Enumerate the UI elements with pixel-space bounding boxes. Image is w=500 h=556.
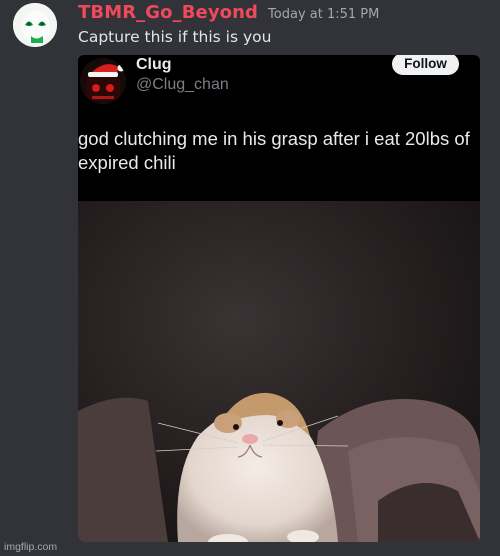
tweet-handle: @Clug_chan [136,76,229,93]
chat-message: TBMR_Go_Beyond Today at 1:51 PM Capture … [0,0,500,556]
tweet-text-line-2: expired chili [78,152,176,173]
hamster-photo-icon [78,201,480,542]
username[interactable]: TBMR_Go_Beyond [78,0,258,26]
tweet-text: god clutching me in his grasp after i ea… [78,127,480,175]
image-attachment[interactable]: Clug @Clug_chan Follow god clutching me … [78,55,480,542]
message-header: TBMR_Go_Beyond Today at 1:51 PM [78,0,379,26]
imgflip-watermark: imgflip.com [4,541,58,553]
tweet-avatar [80,58,126,104]
hamster-photo [78,201,480,542]
tweet-text-line-1: god clutching me in his grasp after i ea… [78,128,470,149]
tweet-display-name: Clug [136,56,172,73]
santa-hat-avatar-icon [80,58,126,104]
follow-button[interactable]: Follow [392,55,459,75]
timestamp: Today at 1:51 PM [268,7,380,22]
user-avatar[interactable] [13,3,57,47]
user-avatar-icon [13,3,57,47]
message-content: Capture this if this is you [78,28,272,46]
